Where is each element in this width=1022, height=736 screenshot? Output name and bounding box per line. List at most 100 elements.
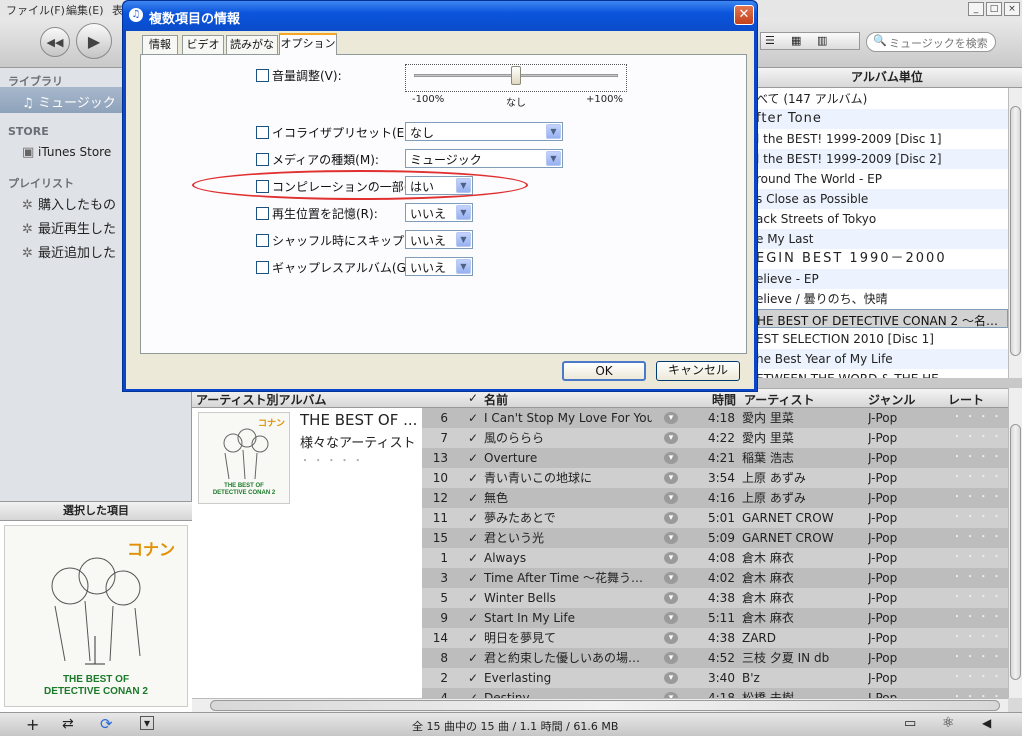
col-rating[interactable]: レート [948, 391, 984, 408]
track-checkbox[interactable]: ✓ [468, 648, 480, 668]
close-window-icon[interactable]: × [1004, 2, 1020, 16]
minimize-icon[interactable]: _ [968, 2, 984, 16]
table-row[interactable]: 2 ✓ Everlasting ▾ 3:40 B'z J-Pop ・ ・ ・ ・ ・ [422, 668, 1008, 688]
track-more-icon[interactable]: ▾ [664, 452, 678, 464]
table-row[interactable]: 6 ✓ I Can't Stop My Love For You ▾ 4:18 愛内 里菜… [422, 408, 1008, 428]
track-checkbox[interactable]: ✓ [468, 468, 480, 488]
shuffle-checkbox[interactable] [256, 234, 269, 247]
track-checkbox[interactable]: ✓ [468, 528, 480, 548]
track-more-icon[interactable]: ▾ [664, 532, 678, 544]
view-switcher[interactable]: ☰ ▦ ▥ [760, 32, 860, 50]
track-more-icon[interactable]: ▾ [664, 512, 678, 524]
add-playlist-icon[interactable]: + [26, 715, 39, 734]
gapless-checkbox[interactable] [256, 261, 269, 274]
table-row[interactable]: 12 ✓ 無色 ▾ 4:16 上原 あずみ J-Pop ・ ・ ・ ・ ・ [422, 488, 1008, 508]
col-artist-album[interactable]: アーティスト別アルバム [196, 391, 326, 408]
track-checkbox[interactable]: ✓ [468, 588, 480, 608]
media-option[interactable]: メディアの種類(M): [256, 151, 379, 168]
media-checkbox[interactable] [256, 153, 269, 166]
album-item-selected[interactable]: HE BEST OF DETECTIVE CONAN 2 ～名… [752, 309, 1008, 328]
table-row[interactable]: 14 ✓ 明日を夢見て ▾ 4:38 ZARD J-Pop ・ ・ ・ ・ ・ [422, 628, 1008, 648]
album-item[interactable]: l the BEST! 1999-2009 [Disc 2] [752, 149, 1008, 169]
track-checkbox[interactable]: ✓ [468, 428, 480, 448]
menu-file[interactable]: ファイル(F) [6, 2, 65, 18]
table-row[interactable]: 5 ✓ Winter Bells ▾ 4:38 倉木 麻衣 J-Pop ・ ・ ・ ・ ・ [422, 588, 1008, 608]
table-row[interactable]: 1 ✓ Always ▾ 4:08 倉木 麻衣 J-Pop ・ ・ ・ ・ ・ [422, 548, 1008, 568]
track-scrollbar[interactable] [1008, 388, 1022, 698]
horizontal-scrollbar[interactable] [192, 698, 1008, 712]
shuffle-option[interactable]: シャッフル時にスキップ(S): [256, 232, 425, 249]
ok-button[interactable]: OK [562, 361, 646, 381]
media-select[interactable]: ミュージック ▼ [405, 149, 563, 168]
tab-reading[interactable]: 読みがな [226, 35, 278, 54]
album-rating[interactable]: ・ ・ ・ ・ ・ [300, 452, 363, 467]
track-checkbox[interactable]: ✓ [468, 408, 480, 428]
sidebar-item-music[interactable]: ♫ ミュージック [22, 92, 116, 111]
album-item[interactable]: e My Last [752, 229, 1008, 249]
table-row[interactable]: 9 ✓ Start In My Life ▾ 5:11 倉木 麻衣 J-Pop ・ ・ ・ ・… [422, 608, 1008, 628]
track-more-icon[interactable]: ▾ [664, 672, 678, 684]
track-checkbox[interactable]: ✓ [468, 448, 480, 468]
album-item[interactable]: he Best Year of My Life [752, 349, 1008, 369]
track-checkbox[interactable]: ✓ [468, 668, 480, 688]
col-artist[interactable]: アーティスト [744, 391, 815, 408]
table-row[interactable]: 10 ✓ 青い青いこの地球に ▾ 3:54 上原 あずみ J-Pop ・ ・ ・ ・ ・ [422, 468, 1008, 488]
track-more-icon[interactable]: ▾ [664, 492, 678, 504]
miniplayer-icon[interactable]: ◀ [982, 716, 991, 730]
previous-track-button[interactable]: ◀◀ [40, 27, 70, 57]
shuffle-select[interactable]: いいえ ▼ [405, 230, 473, 249]
track-more-icon[interactable]: ▾ [664, 472, 678, 484]
track-checkbox[interactable]: ✓ [468, 628, 480, 648]
track-more-icon[interactable]: ▾ [664, 652, 678, 664]
horizontal-scrollbar-thumb[interactable] [210, 700, 1000, 711]
track-checkbox[interactable]: ✓ [468, 548, 480, 568]
volume-option[interactable]: 音量調整(V): [256, 67, 342, 84]
track-more-icon[interactable]: ▾ [664, 572, 678, 584]
table-row[interactable]: 7 ✓ 風のららら ▾ 4:22 愛内 里菜 J-Pop ・ ・ ・ ・ ・ [422, 428, 1008, 448]
track-more-icon[interactable]: ▾ [664, 612, 678, 624]
table-row[interactable]: 13 ✓ Overture ▾ 4:21 稲葉 浩志 J-Pop ・ ・ ・ ・ ・ [422, 448, 1008, 468]
col-genre[interactable]: ジャンル [868, 391, 915, 408]
remember-select[interactable]: いいえ ▼ [405, 203, 473, 222]
coverflow-view-icon[interactable]: ▥ [817, 34, 827, 47]
chevron-down-icon[interactable]: ▼ [456, 205, 471, 220]
volume-checkbox[interactable] [256, 69, 269, 82]
dialog-close-button[interactable]: ✕ [734, 5, 754, 25]
table-row[interactable]: 4✓Destiny▾4:18松橋 未樹J-Pop・ ・ ・ ・ ・ [422, 688, 1008, 705]
chevron-down-icon[interactable]: ▼ [546, 124, 561, 139]
track-checkbox[interactable]: ✓ [468, 608, 480, 628]
gapless-select[interactable]: いいえ ▼ [405, 257, 473, 276]
selected-artwork[interactable]: コナン THE BEST OF DETECTIVE CONAN 2 [0, 521, 192, 712]
col-time[interactable]: 時間 [712, 391, 736, 408]
chevron-down-icon[interactable]: ▼ [456, 232, 471, 247]
track-scrollbar-thumb[interactable] [1010, 424, 1021, 680]
album-item[interactable]: EST SELECTION 2010 [Disc 1] [752, 329, 1008, 349]
visualizer-icon[interactable]: ⚛ [942, 715, 955, 731]
sidebar-item-recent-played[interactable]: ✲ 最近再生した [22, 218, 116, 237]
volume-slider-thumb[interactable] [511, 66, 521, 85]
grid-view-icon[interactable]: ▦ [791, 34, 801, 47]
maximize-icon[interactable]: □ [986, 2, 1002, 16]
album-thumbnail[interactable]: コナン THE BEST OF DETECTIVE CONAN 2 [198, 412, 290, 504]
list-view-icon[interactable]: ☰ [765, 34, 775, 47]
track-checkbox[interactable]: ✓ [468, 508, 480, 528]
track-more-icon[interactable]: ▾ [664, 632, 678, 644]
remember-checkbox[interactable] [256, 207, 269, 220]
table-row[interactable]: 15 ✓ 君という光 ▾ 5:09 GARNET CROW J-Pop ・ ・ ・ ・ ・ [422, 528, 1008, 548]
gapless-option[interactable]: ギャップレスアルバム(G): [256, 259, 415, 276]
track-more-icon[interactable]: ▾ [664, 592, 678, 604]
table-row[interactable]: 11 ✓ 夢みたあとで ▾ 5:01 GARNET CROW J-Pop ・ ・ ・ ・ ・ [422, 508, 1008, 528]
track-more-icon[interactable]: ▾ [664, 412, 678, 424]
album-browser-header[interactable]: アルバム単位 [752, 68, 1022, 88]
track-more-icon[interactable]: ▾ [664, 432, 678, 444]
cancel-button[interactable]: キャンセル [656, 361, 740, 381]
search-input[interactable]: 🔍 ミュージックを検索 [866, 32, 996, 52]
album-item[interactable]: l the BEST! 1999-2009 [Disc 1] [752, 129, 1008, 149]
album-scrollbar[interactable] [1008, 88, 1022, 378]
menu-edit[interactable]: 編集(E) [66, 2, 104, 18]
play-button[interactable]: ▶ [76, 23, 112, 59]
album-item[interactable]: EGIN BEST 1990－2000 [752, 249, 1008, 269]
tab-options[interactable]: オプション [279, 33, 337, 55]
eq-checkbox[interactable] [256, 126, 269, 139]
airplay-icon[interactable]: ▭ [904, 716, 916, 731]
